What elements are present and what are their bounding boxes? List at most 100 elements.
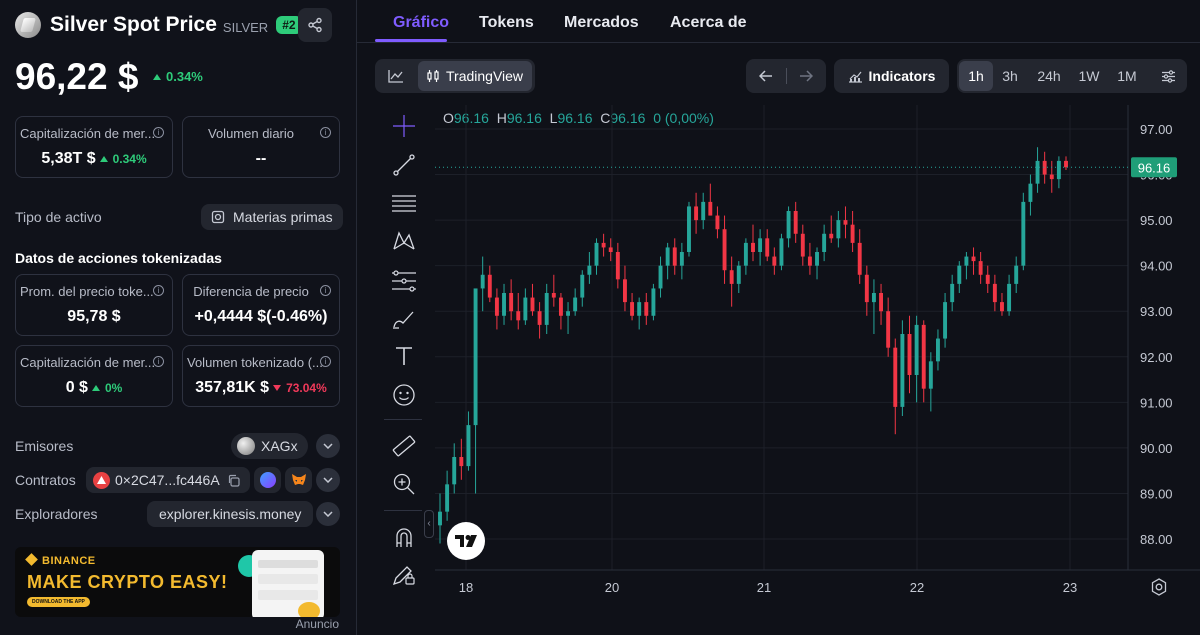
info-icon[interactable]: i [153,285,164,296]
candle [665,242,670,280]
price-change-value: 0.34% [166,69,203,84]
candle [893,338,898,435]
candle [722,215,727,284]
tok-market-cap-amount: 0 $ [65,379,88,396]
crosshair-tool[interactable] [390,112,418,140]
text-tool[interactable] [390,342,418,370]
tradingview-logo[interactable] [447,522,485,560]
silver-bar-icon [15,12,41,38]
undo-button[interactable] [746,59,786,93]
tradingview-button[interactable]: TradingView [418,61,532,91]
price-diff-value: +0,4444 $(-0.46%) [194,308,328,325]
zoom-in-icon [393,473,415,495]
ohlc-close: 96.16 [610,110,646,126]
info-icon[interactable]: i [320,356,331,367]
timeframe-3h[interactable]: 3h [995,59,1025,93]
zoom-tool[interactable] [390,470,418,498]
info-icon[interactable]: i [153,127,164,138]
timeframe-1w[interactable]: 1W [1073,59,1105,93]
pattern-tool[interactable] [390,227,418,255]
candle [502,283,506,325]
candle [566,302,571,334]
candle [651,283,656,321]
candle [601,233,606,257]
fibonacci-icon [392,270,416,292]
issuers-expand-button[interactable] [316,434,340,458]
pattern-icon [393,231,415,250]
contract-address-chip[interactable]: 0×2C47...fc446A [86,467,250,493]
tok-volume-change-value: 73.04% [286,381,327,395]
explorers-expand-button[interactable] [316,502,340,526]
indicators-label: Indicators [868,68,936,84]
tab-bar: Gráfico Tokens Mercados Acerca de [357,0,1200,43]
candle [523,288,528,325]
timeframe-24h[interactable]: 24h [1031,59,1067,93]
emoji-tool[interactable] [390,381,418,409]
metamask-button[interactable] [285,467,312,493]
candle [1000,293,1004,316]
candle [708,183,713,216]
y-tick-label: 91.00 [1140,395,1173,410]
lock-drawings-tool[interactable] [390,561,418,589]
explorer-link[interactable]: explorer.kinesis.money [147,501,314,527]
line-chart-button[interactable] [375,59,417,93]
candle [672,238,677,275]
magnet-tool[interactable] [390,523,418,551]
trend-line-tool[interactable] [390,151,418,179]
info-icon[interactable]: i [320,285,331,296]
ruler-icon [392,435,416,457]
candle [1042,151,1047,184]
candle [850,211,855,252]
tab-grafico[interactable]: Gráfico [393,14,449,32]
contracts-expand-button[interactable] [316,468,340,492]
gear-icon [1151,578,1167,596]
candle [914,315,919,403]
brush-tool[interactable] [390,305,418,333]
indicators-button[interactable]: Indicators [834,59,949,93]
copy-icon[interactable] [227,474,240,487]
ohlc-legend: O96.16 H96.16 L96.16 C96.16 0 (0,00%) [443,110,714,126]
info-icon[interactable]: i [153,356,164,367]
tok-market-cap-card: Capitalización de mer... i 0 $ 0% [15,345,173,407]
timeframe-1m[interactable]: 1M [1111,59,1143,93]
commodity-icon [211,210,225,224]
asset-type-badge[interactable]: Materias primas [201,204,343,230]
y-tick-label: 97.00 [1140,122,1173,137]
tab-mercados[interactable]: Mercados [564,14,639,32]
market-cap-value: 5,38T $ 0.34% [16,150,172,168]
timeframe-1h[interactable]: 1h [959,61,993,91]
fib-tool[interactable] [390,267,418,295]
candle [1014,256,1019,293]
axis-settings-button[interactable] [1149,577,1169,597]
ad-label: Anuncio [295,617,339,631]
x-tick-label: 21 [757,580,771,595]
y-tick-label: 96.00 [1140,168,1173,183]
collapse-toolbar-button[interactable]: ‹ [424,510,434,538]
measure-tool[interactable] [390,432,418,460]
magnet-icon [396,528,412,547]
tokenized-section-title: Datos de acciones tokenizadas [15,250,222,266]
arrow-right-icon [800,70,813,82]
wallet-button[interactable] [254,467,281,493]
asset-price: 96,22 $ [15,56,139,97]
candle [772,247,777,275]
phone-mockup-image [252,550,324,617]
tab-tokens[interactable]: Tokens [479,14,534,32]
contract-address: 0×2C47...fc446A [115,472,220,488]
tab-acerca-de[interactable]: Acerca de [670,14,747,32]
issuer-chip[interactable]: XAGx [231,433,308,459]
binance-ad-banner[interactable]: BINANCE MAKE CRYPTO EASY! DOWNLOAD THE A… [15,547,340,617]
chart-settings-button[interactable] [1153,59,1183,93]
candle [971,247,976,275]
candle [729,256,734,307]
candle [1064,156,1068,170]
channel-tool[interactable] [390,189,418,217]
up-arrow-icon [91,385,100,391]
share-button[interactable] [298,8,332,42]
banner-headline: MAKE CRYPTO EASY! [27,572,228,592]
candle [943,293,948,348]
redo-button[interactable] [786,59,826,93]
info-icon[interactable]: i [320,127,331,138]
daily-volume-value: -- [255,150,267,167]
issuers-label: Emisores [15,438,74,454]
